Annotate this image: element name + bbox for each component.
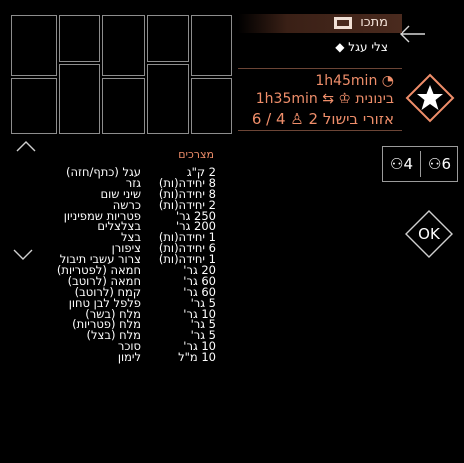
photo-cell[interactable] <box>59 15 100 62</box>
ingredient-name: לימון <box>117 350 141 365</box>
recipe-info: ◔ 1h45min בינונית ♔ ⇆ 1h35min אזורי בישו… <box>238 68 402 131</box>
photo-grid <box>11 15 232 134</box>
divider <box>238 68 402 69</box>
servings-selector: ⚇ 4 ⚇ 6 <box>382 146 458 182</box>
recipe-title: מתכו <box>360 15 388 30</box>
ingredients-list: עגל (כתף/חזה) 2 ק"ג גזר 8 יחידה(ות) שיני שום… <box>40 166 216 365</box>
ok-label: OK <box>418 225 440 243</box>
chevron-down-icon[interactable] <box>12 245 34 263</box>
photo-cell[interactable] <box>147 15 189 62</box>
cook-time: ⇆ 1h35min <box>255 91 334 107</box>
recipe-header: מתכו צלי עגל ◆ <box>238 14 402 62</box>
photo-cell[interactable] <box>191 15 232 76</box>
divider <box>238 130 402 131</box>
person-icon: ⚇ <box>428 155 442 173</box>
ok-button[interactable]: OK <box>403 208 455 260</box>
photo-cell[interactable] <box>102 15 145 76</box>
photo-cell[interactable] <box>59 64 100 134</box>
chef-hat-icon: ♔ <box>338 91 351 107</box>
difficulty-label: בינונית <box>355 91 394 107</box>
chevron-up-icon[interactable] <box>15 137 37 155</box>
servings-left-value: 4 <box>403 155 413 173</box>
photo-cell[interactable] <box>102 78 145 134</box>
total-time: ◔ 1h45min <box>315 73 394 89</box>
dish-name: צלי עגל ◆ <box>335 40 388 54</box>
photo-cell[interactable] <box>11 15 57 76</box>
ingredient-row: לימון 10 מ"ל <box>40 350 216 365</box>
servings-6-button[interactable]: ⚇ 6 <box>421 147 458 181</box>
person-icon: ♙ <box>290 110 304 128</box>
book-icon <box>334 17 352 29</box>
zones-people: אזורי בישול 2 ♙ 4 / 6 <box>252 110 394 128</box>
servings-right-value: 6 <box>441 155 451 173</box>
photo-cell[interactable] <box>191 78 232 134</box>
time-difficulty: בינונית ♔ ⇆ 1h35min <box>256 91 394 107</box>
favorite-star-icon[interactable] <box>405 73 455 123</box>
ingredient-quantity: 10 מ"ל <box>178 350 216 365</box>
back-arrow-icon[interactable] <box>398 22 428 46</box>
servings-4-button[interactable]: ⚇ 4 <box>383 147 420 181</box>
ingredients-title: מצרכים <box>178 148 214 161</box>
photo-cell[interactable] <box>11 78 57 134</box>
person-icon: ⚇ <box>390 155 404 173</box>
people-ratio: 4 / 6 <box>251 110 286 128</box>
photo-cell[interactable] <box>147 64 189 134</box>
zones-label: אזורי בישול 2 <box>308 110 394 128</box>
